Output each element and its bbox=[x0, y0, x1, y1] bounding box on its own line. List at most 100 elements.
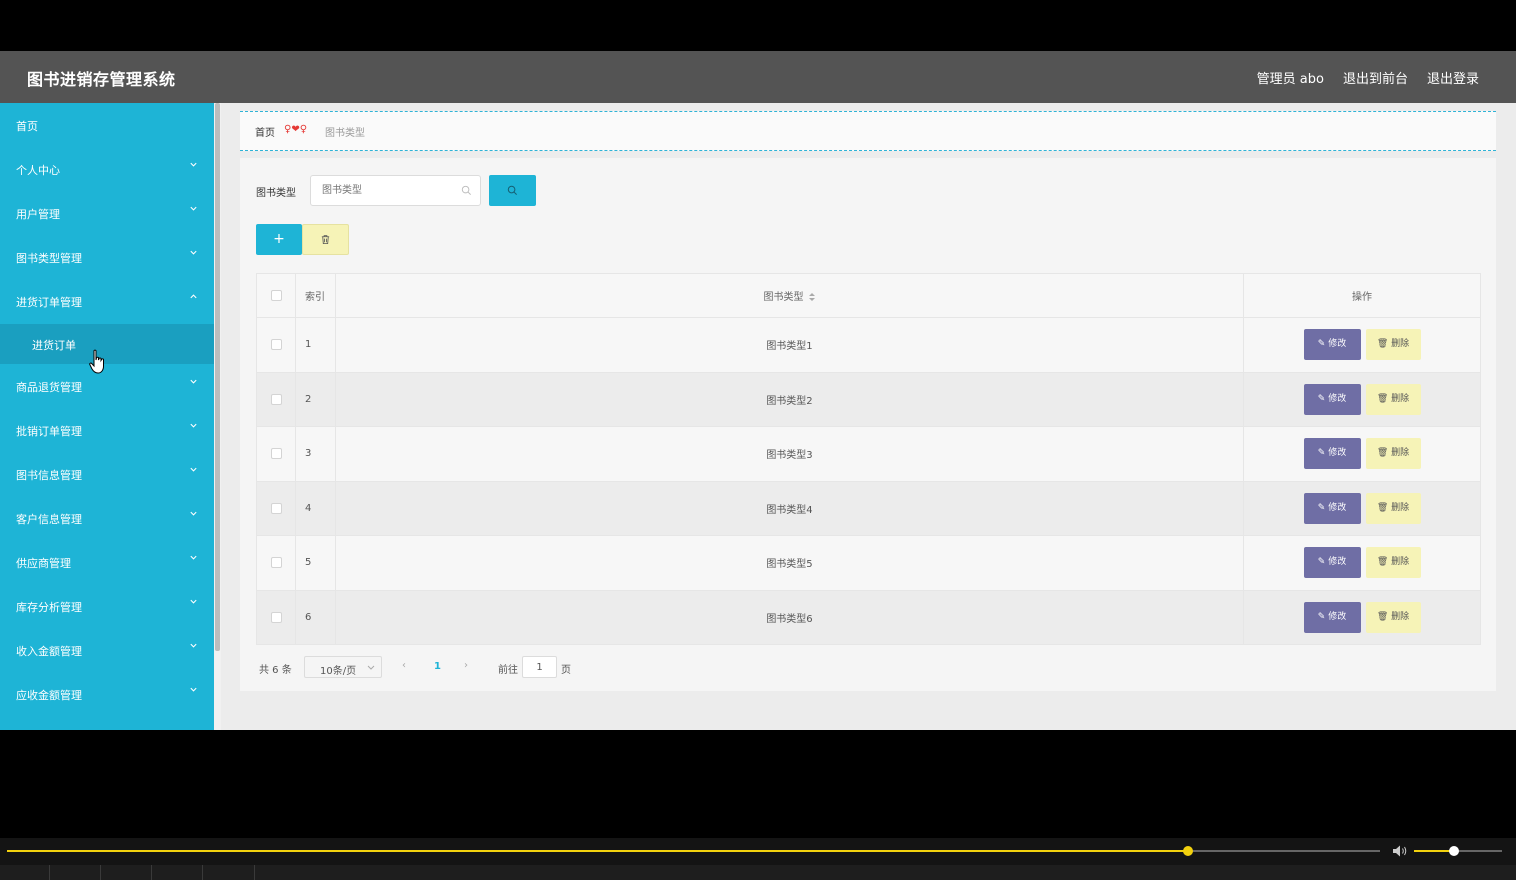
edit-icon: ✎ bbox=[1317, 393, 1329, 404]
sidebar-item-label: 进货订单管理 bbox=[16, 296, 82, 309]
delete-button[interactable]: 🗑 删除 bbox=[1365, 601, 1421, 633]
row-checkbox[interactable] bbox=[270, 557, 282, 568]
sidebar-subitem-label: 进货订单 bbox=[32, 339, 76, 352]
row-index: 2 bbox=[295, 371, 336, 427]
sidebar-item-purchase-order-management[interactable]: 进货订单管理 bbox=[0, 279, 214, 323]
column-header-book-type[interactable]: 图书类型 bbox=[335, 273, 1244, 318]
search-input[interactable] bbox=[310, 175, 481, 206]
edit-button-label: 修改 bbox=[1328, 393, 1347, 404]
sidebar-subitem-purchase-order[interactable]: 进货订单 bbox=[0, 324, 214, 364]
sidebar-item-income-amount-management[interactable]: 收入金额管理 bbox=[0, 628, 214, 672]
sidebar-item-personal-center[interactable]: 个人中心 bbox=[0, 147, 214, 191]
content-panel: 图书类型 + 索引 图书类型 操作 bbox=[240, 158, 1496, 691]
row-checkbox-cell bbox=[256, 317, 296, 373]
row-checkbox[interactable] bbox=[270, 393, 282, 405]
row-checkbox[interactable] bbox=[270, 339, 282, 350]
edit-button[interactable]: ✎ 修改 bbox=[1303, 383, 1361, 415]
edit-button-label: 修改 bbox=[1328, 502, 1347, 513]
row-checkbox-cell bbox=[256, 535, 296, 591]
player-toolbar-segment[interactable] bbox=[50, 865, 101, 880]
sidebar-item-receivable-amount-management[interactable]: 应收金额管理 bbox=[0, 672, 214, 716]
edit-button[interactable]: ✎ 修改 bbox=[1303, 547, 1361, 579]
sidebar-item-book-info-management[interactable]: 图书信息管理 bbox=[0, 452, 214, 496]
player-toolbar-segment[interactable] bbox=[152, 865, 203, 880]
page-size-select[interactable]: 10条/页 bbox=[304, 656, 382, 678]
sidebar-item-customer-info-management[interactable]: 客户信息管理 bbox=[0, 496, 214, 540]
search-button[interactable] bbox=[489, 175, 536, 206]
table-row: 4 图书类型4 ✎ 修改 🗑 删除 bbox=[256, 480, 1481, 536]
trash-icon: 🗑 bbox=[1376, 557, 1392, 568]
edit-button-label: 修改 bbox=[1328, 557, 1347, 568]
player-toolbar-segment[interactable] bbox=[203, 865, 255, 880]
sidebar-item-book-type-management[interactable]: 图书类型管理 bbox=[0, 235, 214, 279]
delete-button[interactable]: 🗑 删除 bbox=[1365, 329, 1421, 361]
sidebar-scrollbar[interactable] bbox=[214, 103, 221, 730]
breadcrumb-current: 图书类型 bbox=[325, 128, 365, 139]
sidebar-item-inventory-analysis-management[interactable]: 库存分析管理 bbox=[0, 584, 214, 628]
next-page-icon[interactable]: › bbox=[464, 660, 468, 671]
delete-button[interactable]: 🗑 删除 bbox=[1365, 438, 1421, 470]
edit-button[interactable]: ✎ 修改 bbox=[1303, 329, 1361, 361]
search-icon bbox=[461, 185, 471, 195]
seek-handle[interactable] bbox=[1182, 846, 1193, 856]
row-checkbox-cell bbox=[256, 480, 296, 536]
prev-page-icon[interactable]: ‹ bbox=[402, 660, 406, 671]
delete-button-label: 删除 bbox=[1391, 611, 1410, 622]
volume-handle[interactable] bbox=[1448, 846, 1459, 856]
edit-button[interactable]: ✎ 修改 bbox=[1303, 492, 1361, 524]
chevron-down-icon bbox=[367, 665, 375, 670]
sidebar-item-user-management[interactable]: 用户管理 bbox=[0, 191, 214, 235]
page-suffix: 页 bbox=[561, 665, 571, 676]
select-all-cell bbox=[256, 273, 296, 318]
row-actions: ✎ 修改 🗑 删除 bbox=[1243, 535, 1481, 591]
edit-icon: ✎ bbox=[1317, 611, 1329, 622]
sidebar-item-label: 用户管理 bbox=[16, 208, 60, 221]
row-book-type: 图书类型3 bbox=[335, 426, 1244, 482]
select-all-checkbox[interactable] bbox=[270, 289, 282, 301]
exit-to-front-link[interactable]: 退出到前台 bbox=[1343, 68, 1408, 87]
sidebar-item-label: 供应商管理 bbox=[16, 557, 71, 570]
sidebar-item-wholesale-order-management[interactable]: 批销订单管理 bbox=[0, 408, 214, 452]
scrollbar-thumb[interactable] bbox=[215, 103, 220, 651]
logout-link[interactable]: 退出登录 bbox=[1427, 68, 1479, 87]
delete-button[interactable]: 🗑 删除 bbox=[1365, 383, 1421, 415]
sidebar-item-label: 首页 bbox=[16, 120, 38, 133]
sidebar-item-label: 库存分析管理 bbox=[16, 601, 82, 614]
sidebar: 首页 个人中心 用户管理 图书类型管理 进货订单管理 进货订单 商品退货管理 批… bbox=[0, 103, 214, 730]
sidebar-item-home[interactable]: 首页 bbox=[0, 103, 214, 147]
trash-icon: 🗑 bbox=[1376, 502, 1392, 513]
admin-user-link[interactable]: 管理员 abo bbox=[1257, 68, 1324, 87]
page-number-current[interactable]: 1 bbox=[434, 661, 441, 672]
row-index: 4 bbox=[295, 480, 336, 536]
chevron-up-icon bbox=[190, 294, 197, 299]
search-icon bbox=[507, 185, 517, 195]
sort-icon[interactable] bbox=[808, 292, 816, 302]
row-checkbox[interactable] bbox=[270, 448, 282, 459]
delete-button[interactable]: 🗑 删除 bbox=[1365, 492, 1421, 524]
delete-button[interactable]: 🗑 删除 bbox=[1365, 547, 1421, 579]
add-button[interactable]: + bbox=[256, 224, 302, 255]
table-header-row: 索引 图书类型 操作 bbox=[256, 273, 1481, 318]
volume-icon[interactable] bbox=[1392, 844, 1408, 858]
row-book-type: 图书类型2 bbox=[335, 371, 1244, 427]
table-row: 1 图书类型1 ✎ 修改 🗑 删除 bbox=[256, 317, 1481, 373]
edit-button[interactable]: ✎ 修改 bbox=[1303, 601, 1361, 633]
edit-button[interactable]: ✎ 修改 bbox=[1303, 438, 1361, 470]
seek-bar-progress bbox=[7, 850, 1188, 852]
edit-icon: ✎ bbox=[1317, 557, 1329, 568]
breadcrumb-home[interactable]: 首页 bbox=[255, 124, 275, 139]
sidebar-item-product-return-management[interactable]: 商品退货管理 bbox=[0, 364, 214, 408]
row-checkbox[interactable] bbox=[270, 611, 282, 623]
row-actions: ✎ 修改 🗑 删除 bbox=[1243, 480, 1481, 536]
player-toolbar-segment[interactable] bbox=[101, 865, 152, 880]
row-actions: ✎ 修改 🗑 删除 bbox=[1243, 426, 1481, 482]
batch-delete-button[interactable] bbox=[302, 224, 349, 255]
delete-button-label: 删除 bbox=[1391, 502, 1410, 513]
row-checkbox[interactable] bbox=[270, 502, 282, 514]
chevron-down-icon bbox=[190, 687, 197, 692]
goto-page-input[interactable] bbox=[522, 656, 557, 678]
column-header-actions: 操作 bbox=[1243, 273, 1481, 318]
search-label: 图书类型 bbox=[256, 188, 296, 199]
player-toolbar-segment[interactable] bbox=[0, 865, 50, 880]
sidebar-item-supplier-management[interactable]: 供应商管理 bbox=[0, 540, 214, 584]
